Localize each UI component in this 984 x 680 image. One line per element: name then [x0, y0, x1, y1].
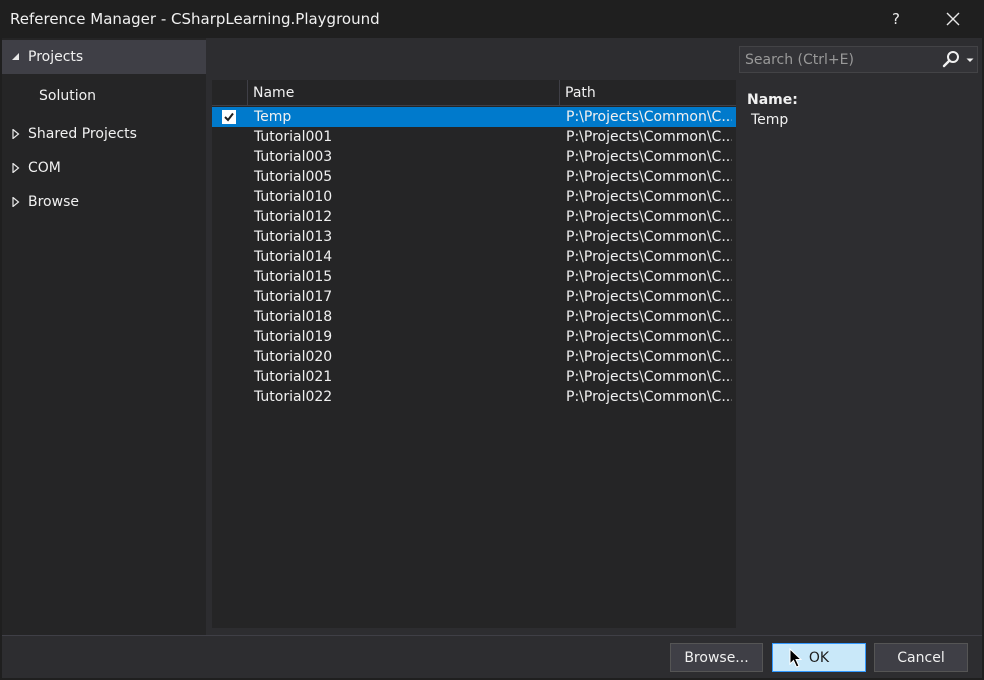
nav-item-label: Browse: [28, 194, 79, 210]
cell-path: P:\Projects\Common\C...: [566, 369, 732, 385]
nav-item-label: COM: [28, 160, 61, 176]
title-bar: Reference Manager - CSharpLearning.Playg…: [0, 0, 984, 38]
grid-header: Name Path: [212, 80, 736, 106]
cell-name: Tutorial003: [254, 149, 333, 165]
details-name-value: Temp: [751, 112, 789, 128]
expanded-arrow-icon: [12, 53, 19, 60]
collapsed-arrow-icon: [12, 197, 20, 207]
cell-path: P:\Projects\Common\C...: [566, 229, 732, 245]
cell-name: Tutorial015: [254, 269, 333, 285]
table-row[interactable]: Tutorial012 P:\Projects\Common\C...: [212, 207, 736, 227]
nav-item-com[interactable]: COM: [2, 151, 206, 185]
nav-item-browse[interactable]: Browse: [2, 185, 206, 219]
cell-name: Tutorial013: [254, 229, 333, 245]
nav-item-shared-projects[interactable]: Shared Projects: [2, 117, 206, 151]
grid-rows: Temp P:\Projects\Common\C... Tutorial001 P:…: [212, 107, 736, 407]
column-header-label: Name: [253, 85, 295, 101]
table-row[interactable]: Tutorial022 P:\Projects\Common\C...: [212, 387, 736, 407]
cell-path: P:\Projects\Common\C...: [566, 149, 732, 165]
cell-path: P:\Projects\Common\C...: [566, 109, 732, 125]
cell-name: Tutorial022: [254, 389, 333, 405]
table-row[interactable]: Tutorial003 P:\Projects\Common\C...: [212, 147, 736, 167]
cell-path: P:\Projects\Common\C...: [566, 289, 732, 305]
table-row[interactable]: Tutorial005 P:\Projects\Common\C...: [212, 167, 736, 187]
cell-name: Tutorial020: [254, 349, 333, 365]
cancel-button[interactable]: Cancel: [874, 643, 968, 672]
cell-path: P:\Projects\Common\C...: [566, 209, 732, 225]
cell-name: Tutorial001: [254, 129, 333, 145]
cell-path: P:\Projects\Common\C...: [566, 129, 732, 145]
search-input[interactable]: [740, 47, 936, 72]
cell-path: P:\Projects\Common\C...: [566, 349, 732, 365]
cell-name: Tutorial014: [254, 249, 333, 265]
cell-name: Tutorial010: [254, 189, 333, 205]
help-button[interactable]: ?: [873, 4, 919, 34]
cell-name: Tutorial012: [254, 209, 333, 225]
cell-path: P:\Projects\Common\C...: [566, 389, 732, 405]
column-header-path[interactable]: Path: [560, 80, 736, 106]
dialog-body: Projects Solution Shared Projects COM Br…: [2, 38, 982, 678]
row-checkbox[interactable]: [222, 110, 236, 124]
table-row[interactable]: Tutorial018 P:\Projects\Common\C...: [212, 307, 736, 327]
column-header-label: Path: [565, 85, 596, 101]
window-title: Reference Manager - CSharpLearning.Playg…: [10, 10, 380, 28]
cell-name: Temp: [254, 109, 292, 125]
search-button[interactable]: [940, 49, 962, 71]
cell-path: P:\Projects\Common\C...: [566, 249, 732, 265]
table-row[interactable]: Tutorial013 P:\Projects\Common\C...: [212, 227, 736, 247]
cell-name: Tutorial017: [254, 289, 333, 305]
cell-name: Tutorial018: [254, 309, 333, 325]
ok-button[interactable]: OK: [772, 643, 866, 672]
cell-path: P:\Projects\Common\C...: [566, 269, 732, 285]
cell-name: Tutorial019: [254, 329, 333, 345]
nav-item-projects[interactable]: Projects: [2, 40, 206, 74]
close-button[interactable]: [930, 4, 976, 34]
table-row[interactable]: Tutorial021 P:\Projects\Common\C...: [212, 367, 736, 387]
table-row[interactable]: Tutorial015 P:\Projects\Common\C...: [212, 267, 736, 287]
cell-path: P:\Projects\Common\C...: [566, 309, 732, 325]
details-pane: Name: Temp: [747, 92, 977, 128]
table-row[interactable]: Temp P:\Projects\Common\C...: [212, 107, 736, 127]
checkmark-icon: [224, 112, 234, 122]
mouse-cursor-icon: [789, 648, 803, 668]
table-row[interactable]: Tutorial010 P:\Projects\Common\C...: [212, 187, 736, 207]
column-header-name[interactable]: Name: [248, 80, 560, 106]
search-options-dropdown[interactable]: [964, 49, 976, 71]
nav-item-label: Shared Projects: [28, 126, 137, 142]
cell-path: P:\Projects\Common\C...: [566, 189, 732, 205]
browse-button[interactable]: Browse...: [670, 643, 763, 672]
table-row[interactable]: Tutorial017 P:\Projects\Common\C...: [212, 287, 736, 307]
table-row[interactable]: Tutorial001 P:\Projects\Common\C...: [212, 127, 736, 147]
cell-name: Tutorial005: [254, 169, 333, 185]
search-icon: [942, 51, 959, 68]
table-row[interactable]: Tutorial020 P:\Projects\Common\C...: [212, 347, 736, 367]
cell-path: P:\Projects\Common\C...: [566, 329, 732, 345]
collapsed-arrow-icon: [12, 163, 20, 173]
category-nav: Projects Solution Shared Projects COM Br…: [2, 38, 206, 635]
chevron-down-icon: [966, 58, 974, 62]
close-icon: [946, 12, 960, 26]
nav-item-solution[interactable]: Solution: [2, 79, 206, 113]
table-row[interactable]: Tutorial014 P:\Projects\Common\C...: [212, 247, 736, 267]
nav-item-label: Solution: [39, 88, 97, 104]
search-box: [739, 46, 978, 73]
cell-path: P:\Projects\Common\C...: [566, 169, 732, 185]
cell-name: Tutorial021: [254, 369, 333, 385]
project-list: Name Path Temp P:\Projects\Common\C... Tut…: [212, 80, 736, 628]
table-row[interactable]: Tutorial019 P:\Projects\Common\C...: [212, 327, 736, 347]
column-header-check[interactable]: [212, 80, 248, 106]
details-name-label: Name:: [747, 92, 798, 108]
nav-item-label: Projects: [28, 49, 84, 65]
collapsed-arrow-icon: [12, 129, 20, 139]
